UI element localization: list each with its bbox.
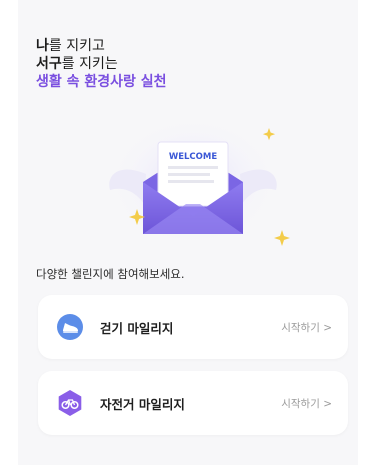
headline-rest-1: 를 지키고 <box>48 38 105 54</box>
headline-bold-1: 나 <box>36 38 49 54</box>
walk-mileage-title: 걷기 마일리지 <box>100 320 174 336</box>
bike-start-link[interactable]: 시작하기 > <box>281 396 332 411</box>
headline-rest-2: 를 지키는 <box>61 56 118 72</box>
walk-mileage-card[interactable]: 걷기 마일리지 시작하기 > <box>38 295 348 359</box>
bike-mileage-title: 자전거 마일리지 <box>100 396 185 412</box>
walk-start-link[interactable]: 시작하기 > <box>281 320 332 335</box>
headline: 나를 지키고 서구를 지키는 생활 속 환경사랑 실천 <box>36 37 167 91</box>
headline-accent: 생활 속 환경사랑 실천 <box>36 74 167 90</box>
bike-mileage-card[interactable]: 자전거 마일리지 시작하기 > <box>38 371 348 435</box>
sparkle-icon <box>262 128 276 141</box>
sneaker-icon <box>56 313 84 341</box>
headline-line-1: 나를 지키고 <box>36 37 167 55</box>
headline-line-2: 서구를 지키는 <box>36 55 167 73</box>
headline-bold-2: 서구 <box>36 56 62 72</box>
sparkle-icon <box>274 230 290 246</box>
bicycle-icon <box>56 389 84 417</box>
intro-text: 다양한 챌린지에 참여해보세요. <box>36 267 185 281</box>
challenge-screen: 나를 지키고 서구를 지키는 생활 속 환경사랑 실천 WELCOME 다양한 … <box>18 0 358 465</box>
letter-text: WELCOME <box>169 152 218 162</box>
winged-envelope-icon: WELCOME <box>107 116 290 248</box>
